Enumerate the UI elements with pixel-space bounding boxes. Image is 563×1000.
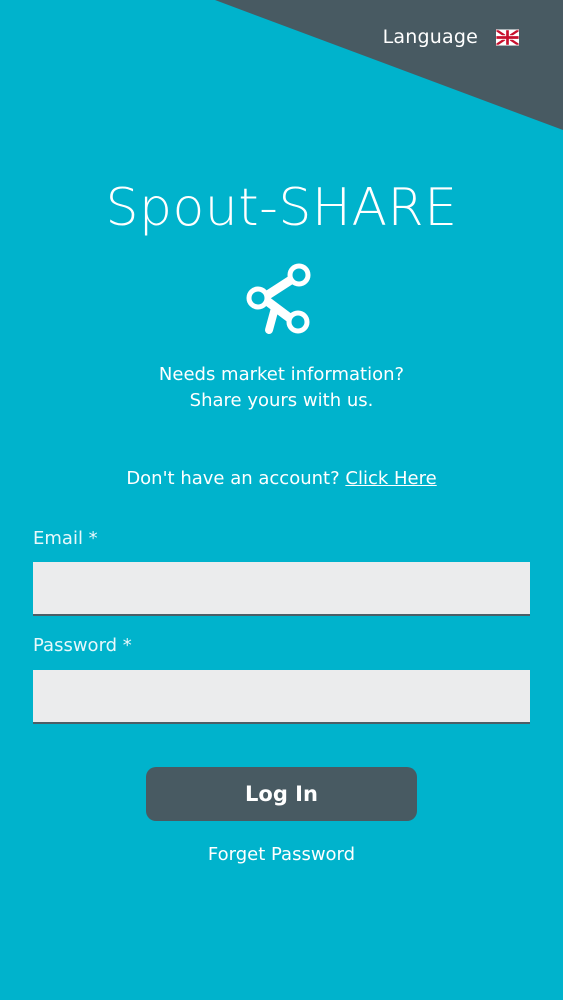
tagline-line-2: Share yours with us. bbox=[189, 390, 374, 411]
tagline: Needs market information? Share yours wi… bbox=[0, 362, 563, 414]
email-label: Email * bbox=[33, 528, 98, 549]
language-label: Language bbox=[382, 26, 478, 48]
email-field[interactable] bbox=[33, 562, 530, 616]
signup-link[interactable]: Click Here bbox=[345, 468, 436, 489]
signup-prompt-text: Don't have an account? bbox=[126, 468, 340, 489]
app-title: Spout-SHARE bbox=[105, 178, 458, 238]
password-field[interactable] bbox=[33, 670, 530, 724]
login-button[interactable]: Log In bbox=[146, 767, 417, 821]
uk-flag-icon bbox=[496, 28, 519, 46]
forgot-password-link[interactable]: Forget Password bbox=[0, 844, 563, 865]
signup-prompt: Don't have an account? Click Here bbox=[0, 468, 563, 489]
share-icon bbox=[246, 263, 311, 334]
corner-decoration bbox=[215, 0, 563, 130]
password-label: Password * bbox=[33, 635, 132, 656]
language-selector[interactable]: Language bbox=[383, 26, 519, 48]
tagline-line-1: Needs market information? bbox=[158, 364, 405, 385]
